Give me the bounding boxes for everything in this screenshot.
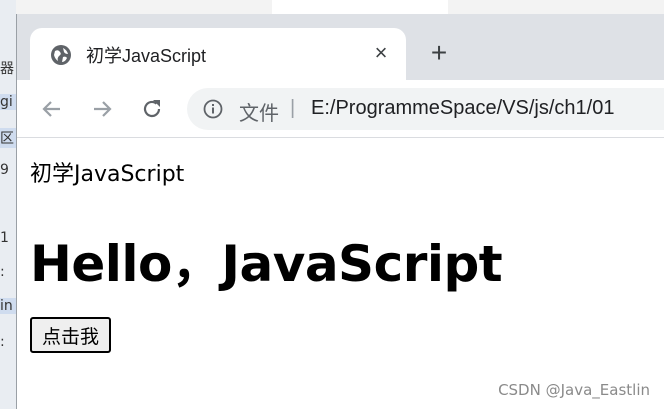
file-scheme-label: 文件	[239, 101, 279, 125]
page-heading: Hello，JavaScript	[30, 235, 503, 293]
tab-title: 初学JavaScript	[86, 46, 207, 66]
background-fragment: 9	[0, 162, 9, 178]
new-tab-button[interactable]: +	[425, 39, 453, 68]
info-icon[interactable]	[203, 99, 223, 119]
page-content: 初学JavaScript Hello，JavaScript 点击我	[17, 138, 664, 409]
forward-arrow-icon[interactable]	[87, 94, 117, 124]
globe-icon	[50, 44, 72, 66]
background-fragment: 器	[0, 61, 14, 77]
back-arrow-icon[interactable]	[37, 94, 67, 124]
background-fragment: gi	[0, 94, 16, 110]
address-bar[interactable]: 文件 | E:/ProgrammeSpace/VS/js/ch1/01	[187, 88, 664, 130]
background-window-strip: 器 gi 区 9 1 : in :	[0, 0, 16, 409]
close-tab-icon[interactable]: ×	[368, 40, 394, 66]
browser-window: 初学JavaScript × + 文件 | E:/ProgrammeSpace/…	[16, 14, 664, 409]
background-fragment: in	[0, 298, 16, 314]
background-block	[272, 0, 448, 14]
tab-strip: 初学JavaScript × +	[17, 14, 664, 80]
background-fragment: 区	[0, 128, 16, 148]
url-text[interactable]: E:/ProgrammeSpace/VS/js/ch1/01	[311, 97, 614, 120]
page-text: 初学JavaScript	[30, 162, 185, 187]
active-tab[interactable]: 初学JavaScript ×	[30, 28, 406, 80]
background-fragment: :	[0, 334, 5, 350]
address-separator: |	[290, 97, 296, 119]
reload-icon[interactable]	[137, 94, 167, 124]
click-me-button[interactable]: 点击我	[30, 317, 112, 353]
watermark: CSDN @Java_Eastlin	[498, 381, 650, 399]
browser-toolbar: 文件 | E:/ProgrammeSpace/VS/js/ch1/01	[17, 80, 664, 138]
background-fragment: :	[0, 264, 5, 280]
background-fragment: 1	[0, 230, 9, 246]
